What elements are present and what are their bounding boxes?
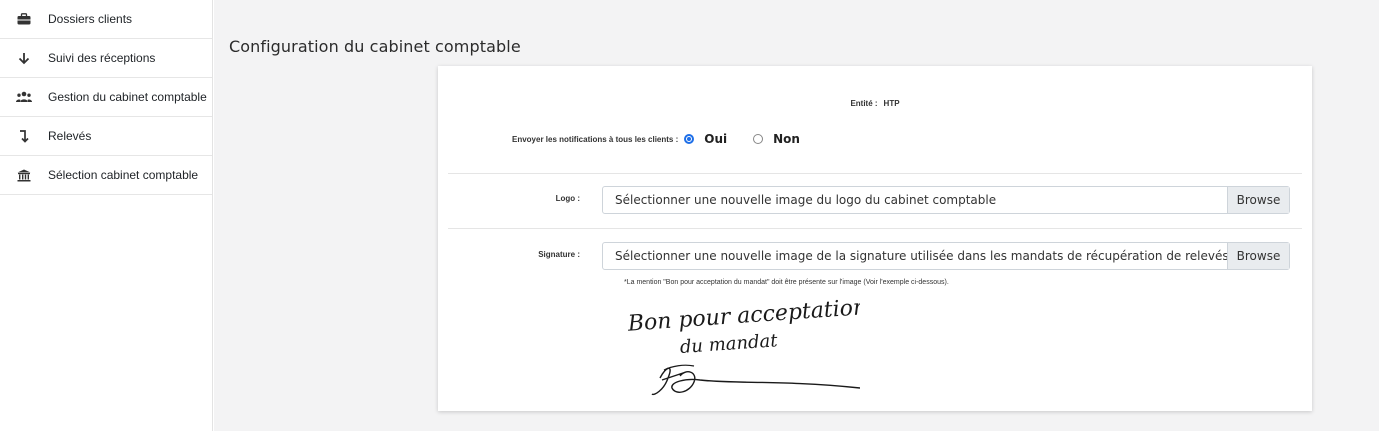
- page-title: Configuration du cabinet comptable: [229, 37, 521, 56]
- sidebar-item-label: Gestion du cabinet comptable: [48, 90, 207, 104]
- notifications-oui-radio[interactable]: [684, 134, 695, 144]
- signature-file-input[interactable]: Sélectionner une nouvelle image de la si…: [602, 242, 1290, 270]
- arrow-down-icon: [16, 50, 32, 66]
- sidebar-item-gestion-cabinet[interactable]: Gestion du cabinet comptable: [0, 78, 212, 117]
- divider: [448, 228, 1302, 229]
- signature-browse-button[interactable]: Browse: [1227, 243, 1289, 269]
- signature-label: Signature :: [538, 250, 580, 259]
- settings-card: Entité : HTP Envoyer les notifications à …: [438, 66, 1312, 411]
- signature-file-placeholder[interactable]: Sélectionner une nouvelle image de la si…: [603, 243, 1227, 269]
- svg-text:du mandat: du mandat: [679, 330, 779, 358]
- sidebar-item-releves[interactable]: Relevés: [0, 117, 212, 156]
- signature-note: *La mention "Bon pour acceptation du man…: [624, 279, 949, 286]
- users-icon: [16, 89, 32, 105]
- handwritten-signature: Bon pour acceptation du mandat: [626, 295, 868, 396]
- divider: [448, 173, 1302, 174]
- sidebar-item-label: Relevés: [48, 129, 92, 143]
- bank-icon: [16, 167, 32, 183]
- sidebar-item-label: Sélection cabinet comptable: [48, 168, 199, 182]
- notifications-non-label[interactable]: Non: [773, 132, 800, 146]
- sidebar-item-suivi-receptions[interactable]: Suivi des réceptions: [0, 39, 212, 78]
- logo-browse-button[interactable]: Browse: [1227, 187, 1289, 213]
- sidebar: Dossiers clients Suivi des réceptions Ge…: [0, 0, 213, 431]
- svg-text:Bon pour acceptation: Bon pour acceptation: [626, 295, 860, 337]
- notifications-oui-label[interactable]: Oui: [704, 132, 727, 146]
- signature-example-image: Bon pour acceptation du mandat: [624, 292, 868, 410]
- level-down-icon: [16, 128, 32, 144]
- logo-file-placeholder[interactable]: Sélectionner une nouvelle image du logo …: [603, 187, 1227, 213]
- notifications-label: Envoyer les notifications à tous les cli…: [512, 134, 679, 144]
- sidebar-item-label: Suivi des réceptions: [48, 51, 156, 65]
- sidebar-item-dossiers-clients[interactable]: Dossiers clients: [0, 0, 212, 39]
- logo-label: Logo :: [555, 194, 580, 203]
- notifications-non-radio[interactable]: [753, 134, 764, 144]
- sidebar-item-selection-cabinet[interactable]: Sélection cabinet comptable: [0, 156, 212, 195]
- sidebar-item-label: Dossiers clients: [48, 12, 133, 26]
- entity-value: HTP: [883, 99, 900, 108]
- main-content: Configuration du cabinet comptable Entit…: [214, 0, 1379, 431]
- briefcase-icon: [16, 11, 32, 27]
- entity-row: Entité : HTP: [438, 99, 1312, 108]
- logo-file-input[interactable]: Sélectionner une nouvelle image du logo …: [602, 186, 1290, 214]
- entity-label: Entité :: [850, 99, 878, 108]
- notifications-row: Envoyer les notifications à tous les cli…: [512, 132, 800, 146]
